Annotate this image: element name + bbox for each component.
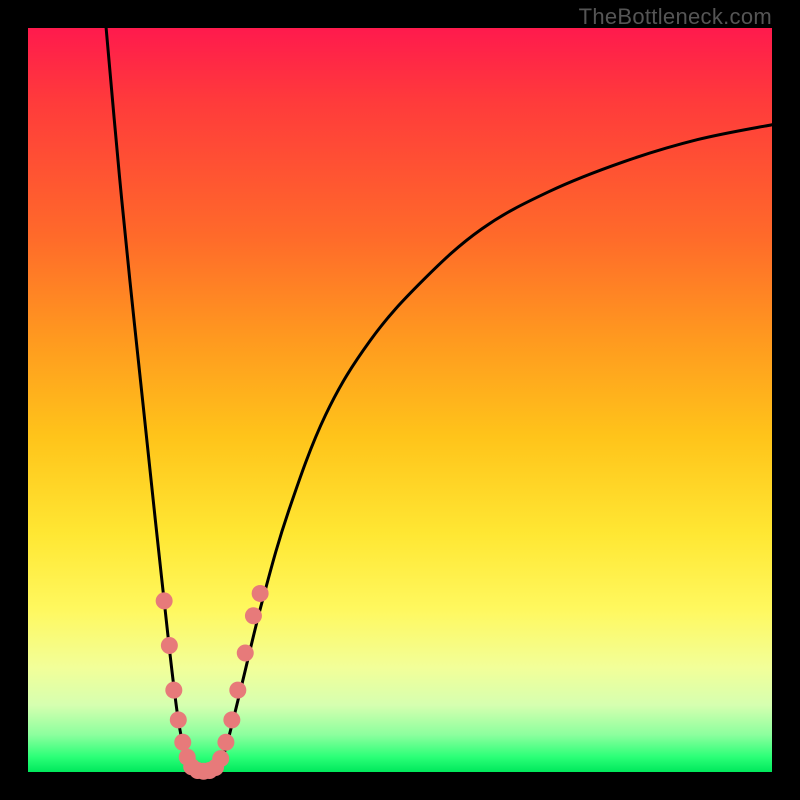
data-marker: [174, 734, 191, 751]
data-marker: [223, 711, 240, 728]
data-marker: [229, 682, 246, 699]
bottleneck-curve: [106, 28, 772, 774]
chart-frame: TheBottleneck.com: [0, 0, 800, 800]
data-marker: [252, 585, 269, 602]
chart-curves: [0, 0, 800, 800]
data-marker: [165, 682, 182, 699]
data-marker: [156, 592, 173, 609]
data-marker: [237, 644, 254, 661]
data-marker: [212, 750, 229, 767]
data-marker: [161, 637, 178, 654]
data-marker: [217, 734, 234, 751]
watermark-text: TheBottleneck.com: [579, 4, 772, 30]
data-marker: [170, 711, 187, 728]
data-marker: [245, 607, 262, 624]
